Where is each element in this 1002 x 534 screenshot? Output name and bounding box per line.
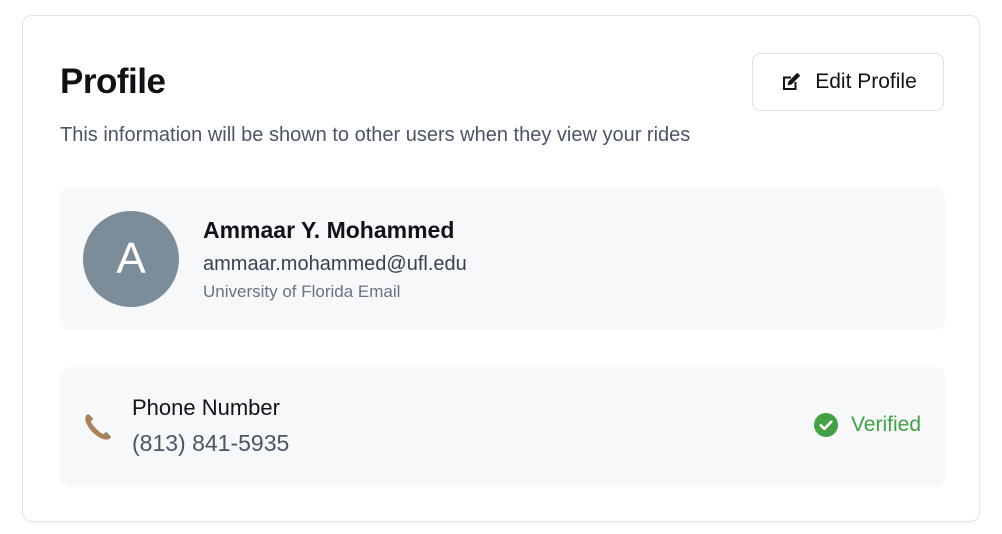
email-note: University of Florida Email — [203, 282, 401, 301]
edit-icon — [779, 70, 803, 94]
user-name: Ammaar Y. Mohammed — [203, 217, 455, 243]
user-info-panel: A Ammaar Y. Mohammed ammaar.mohammed@ufl… — [60, 187, 945, 330]
user-email: ammaar.mohammed@ufl.edu — [203, 253, 467, 275]
page-subtitle: This information will be shown to other … — [60, 124, 691, 146]
phone-number: (813) 841-5935 — [132, 430, 290, 456]
phone-panel: Phone Number (813) 841-5935 Verified — [60, 367, 945, 487]
page-title: Profile — [60, 62, 166, 101]
avatar: A — [83, 211, 179, 307]
edit-profile-button[interactable]: Edit Profile — [752, 53, 944, 111]
verified-label: Verified — [850, 413, 921, 436]
edit-profile-label: Edit Profile — [815, 70, 917, 93]
phone-icon — [82, 411, 114, 443]
profile-card: Profile Edit Profile This information wi… — [22, 15, 980, 522]
phone-label: Phone Number — [132, 395, 280, 420]
check-circle-icon — [813, 413, 838, 437]
verified-status: Verified — [813, 413, 921, 437]
